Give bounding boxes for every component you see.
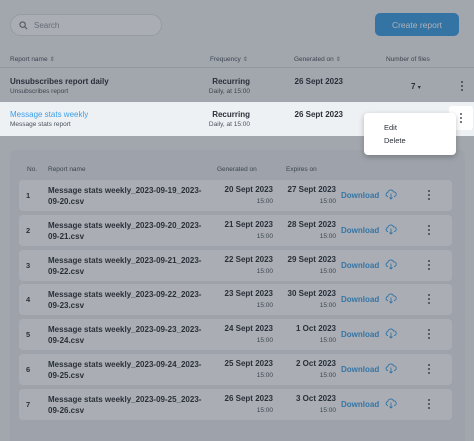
- menu-item-edit[interactable]: Edit: [364, 121, 456, 134]
- report-frequency: Recurring: [212, 110, 250, 119]
- report-generated-on: 26 Sept 2023: [294, 110, 343, 119]
- report-frequency-detail: Daily, at 15:00: [208, 121, 250, 128]
- more-vertical-icon[interactable]: [457, 111, 465, 125]
- menu-item-delete[interactable]: Delete: [364, 134, 456, 147]
- modal-overlay[interactable]: [0, 0, 474, 441]
- row-actions-menu: Edit Delete: [364, 113, 456, 155]
- report-type: Message stats report: [10, 121, 71, 128]
- report-name-link[interactable]: Message stats weekly: [10, 110, 88, 119]
